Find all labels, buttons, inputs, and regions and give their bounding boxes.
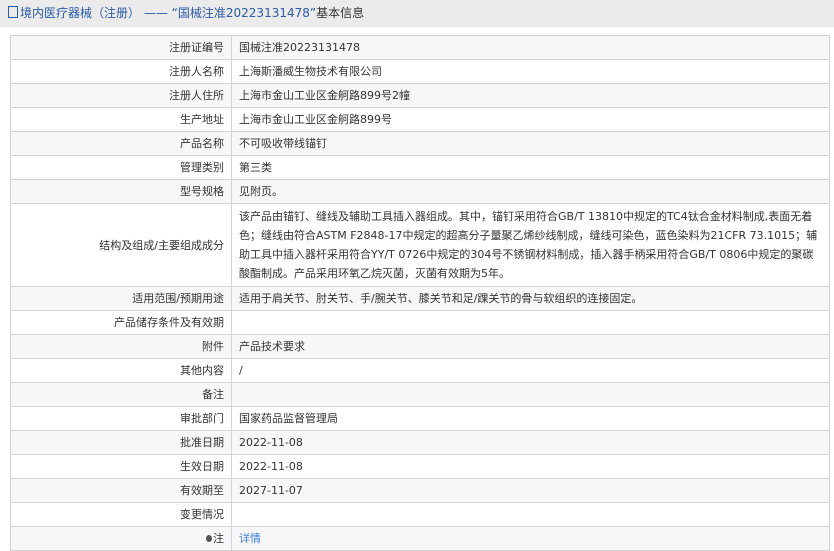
row-value: 第三类: [231, 155, 830, 180]
table-row: 产品储存条件及有效期: [10, 310, 830, 335]
header-suffix: 基本信息: [316, 6, 365, 20]
table-row: 有效期至 2027-11-07: [10, 478, 830, 503]
row-label: 附件: [10, 334, 232, 359]
table-row: 附件 产品技术要求: [10, 334, 830, 359]
table-row: 审批部门 国家药品监督管理局: [10, 406, 830, 431]
row-label: 有效期至: [10, 478, 232, 503]
row-label: 批准日期: [10, 430, 232, 455]
row-value: 详情: [231, 526, 830, 551]
table-row: 注 详情: [10, 526, 830, 551]
row-label: 备注: [10, 382, 232, 407]
row-label: 适用范围/预期用途: [10, 286, 232, 311]
row-value: /: [231, 358, 830, 383]
row-value: 见附页。: [231, 179, 830, 204]
note-label: 注: [213, 532, 224, 545]
row-label: 生产地址: [10, 107, 232, 132]
header-category: 境内医疗器械（注册）: [20, 6, 141, 20]
table-row: 其他内容 /: [10, 358, 830, 383]
table-row: 产品名称 不可吸收带线锚钉: [10, 131, 830, 156]
row-label: 型号规格: [10, 179, 232, 204]
row-value: 上海斯潘威生物技术有限公司: [231, 59, 830, 84]
row-label: 结构及组成/主要组成成分: [10, 203, 232, 287]
table-row: 结构及组成/主要组成成分 该产品由锚钉、缝线及辅助工具插入器组成。其中，锚钉采用符…: [10, 203, 830, 287]
row-label: 变更情况: [10, 502, 232, 527]
info-table: 注册证编号 国械注准20223131478 注册人名称 上海斯潘威生物技术有限公司 注册…: [10, 35, 830, 551]
row-label: 生效日期: [10, 454, 232, 479]
row-label: 注册人住所: [10, 83, 232, 108]
table-row: 批准日期 2022-11-08: [10, 430, 830, 455]
row-value: 上海市金山工业区金舸路899号: [231, 107, 830, 132]
document-icon: [8, 6, 18, 18]
row-value: 产品技术要求: [231, 334, 830, 359]
row-label: 注: [10, 526, 232, 551]
row-value: 国家药品监督管理局: [231, 406, 830, 431]
header-dash: ——: [143, 6, 168, 20]
row-value: [231, 310, 830, 335]
row-label: 审批部门: [10, 406, 232, 431]
row-label: 注册人名称: [10, 59, 232, 84]
header-title: “国械注准20223131478”: [171, 6, 317, 20]
row-label: 产品储存条件及有效期: [10, 310, 232, 335]
table-row: 适用范围/预期用途 适用于肩关节、肘关节、手/腕关节、膝关节和足/踝关节的骨与软组…: [10, 286, 830, 311]
table-row: 生产地址 上海市金山工业区金舸路899号: [10, 107, 830, 132]
row-label: 其他内容: [10, 358, 232, 383]
details-link[interactable]: 详情: [239, 532, 261, 545]
pin-icon: [206, 535, 212, 542]
row-value: 适用于肩关节、肘关节、手/腕关节、膝关节和足/踝关节的骨与软组织的连接固定。: [231, 286, 830, 311]
table-row: 管理类别 第三类: [10, 155, 830, 180]
table-row: 型号规格 见附页。: [10, 179, 830, 204]
table-row: 备注: [10, 382, 830, 407]
row-label: 注册证编号: [10, 35, 232, 60]
page-header: 境内医疗器械（注册） —— “国械注准20223131478”基本信息: [0, 0, 834, 27]
row-value: 2022-11-08: [231, 430, 830, 455]
row-value: 2027-11-07: [231, 478, 830, 503]
row-value: [231, 382, 830, 407]
row-value: 国械注准20223131478: [231, 35, 830, 60]
table-row: 注册证编号 国械注准20223131478: [10, 35, 830, 60]
row-value: [231, 502, 830, 527]
table-row: 生效日期 2022-11-08: [10, 454, 830, 479]
table-row: 注册人名称 上海斯潘威生物技术有限公司: [10, 59, 830, 84]
row-value: 该产品由锚钉、缝线及辅助工具插入器组成。其中，锚钉采用符合GB/T 13810中…: [231, 203, 830, 287]
row-value: 不可吸收带线锚钉: [231, 131, 830, 156]
row-label: 产品名称: [10, 131, 232, 156]
row-value: 2022-11-08: [231, 454, 830, 479]
table-row: 注册人住所 上海市金山工业区金舸路899号2幢: [10, 83, 830, 108]
row-value: 上海市金山工业区金舸路899号2幢: [231, 83, 830, 108]
table-row: 变更情况: [10, 502, 830, 527]
row-label: 管理类别: [10, 155, 232, 180]
